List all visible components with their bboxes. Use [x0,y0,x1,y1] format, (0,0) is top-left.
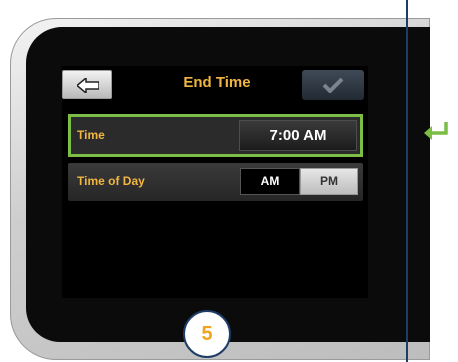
pm-option[interactable]: PM [300,168,358,195]
time-row[interactable]: Time 7:00 AM [68,114,363,157]
checkmark-icon [322,77,344,93]
am-option[interactable]: AM [240,168,300,195]
arrow-left-icon [77,78,99,93]
screen-title: End Time [183,74,251,91]
step-number-badge: 5 [183,310,231,358]
back-button[interactable] [62,70,112,99]
time-value-field[interactable]: 7:00 AM [239,120,357,151]
confirm-button[interactable] [302,70,364,100]
time-of-day-row: Time of Day AM PM [68,163,363,201]
divider-line [406,0,408,362]
time-label: Time [77,128,105,142]
enter-arrow-icon [424,122,448,140]
pump-screen: End Time Time 7:00 AM Time of Day AM PM [62,66,368,298]
time-of-day-label: Time of Day [77,174,145,188]
